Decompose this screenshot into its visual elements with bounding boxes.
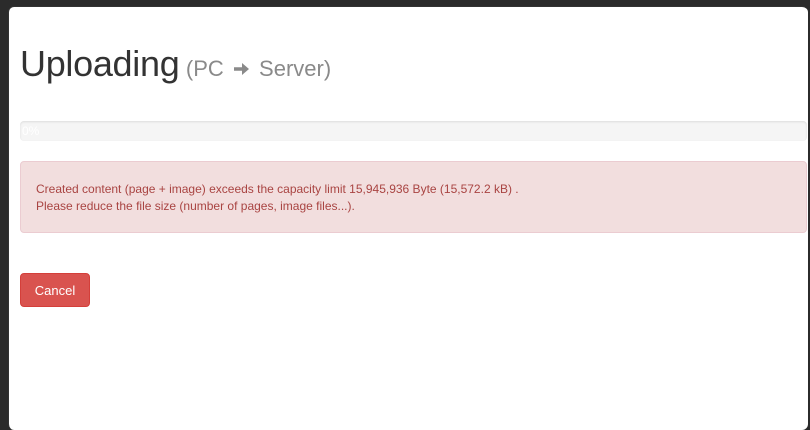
cancel-button[interactable]: Cancel [20,273,90,307]
upload-progress-bar: 0% [20,121,807,141]
arrow-right-icon [233,57,250,83]
dialog-subtitle: (PC Server) [186,56,331,81]
subtitle-destination: Server) [259,56,332,81]
upload-dialog: Uploading (PC Server) 0% Created content… [8,6,808,430]
dialog-title: Uploading (PC Server) [20,43,331,85]
alert-message-line-2: Please reduce the file size (number of p… [36,199,355,213]
error-alert: Created content (page + image) exceeds t… [20,161,807,233]
subtitle-source: (PC [185,56,224,81]
alert-message-line-1: Created content (page + image) exceeds t… [36,182,519,196]
dialog-title-text: Uploading [20,43,180,84]
progress-percent-label: 0% [22,124,40,138]
